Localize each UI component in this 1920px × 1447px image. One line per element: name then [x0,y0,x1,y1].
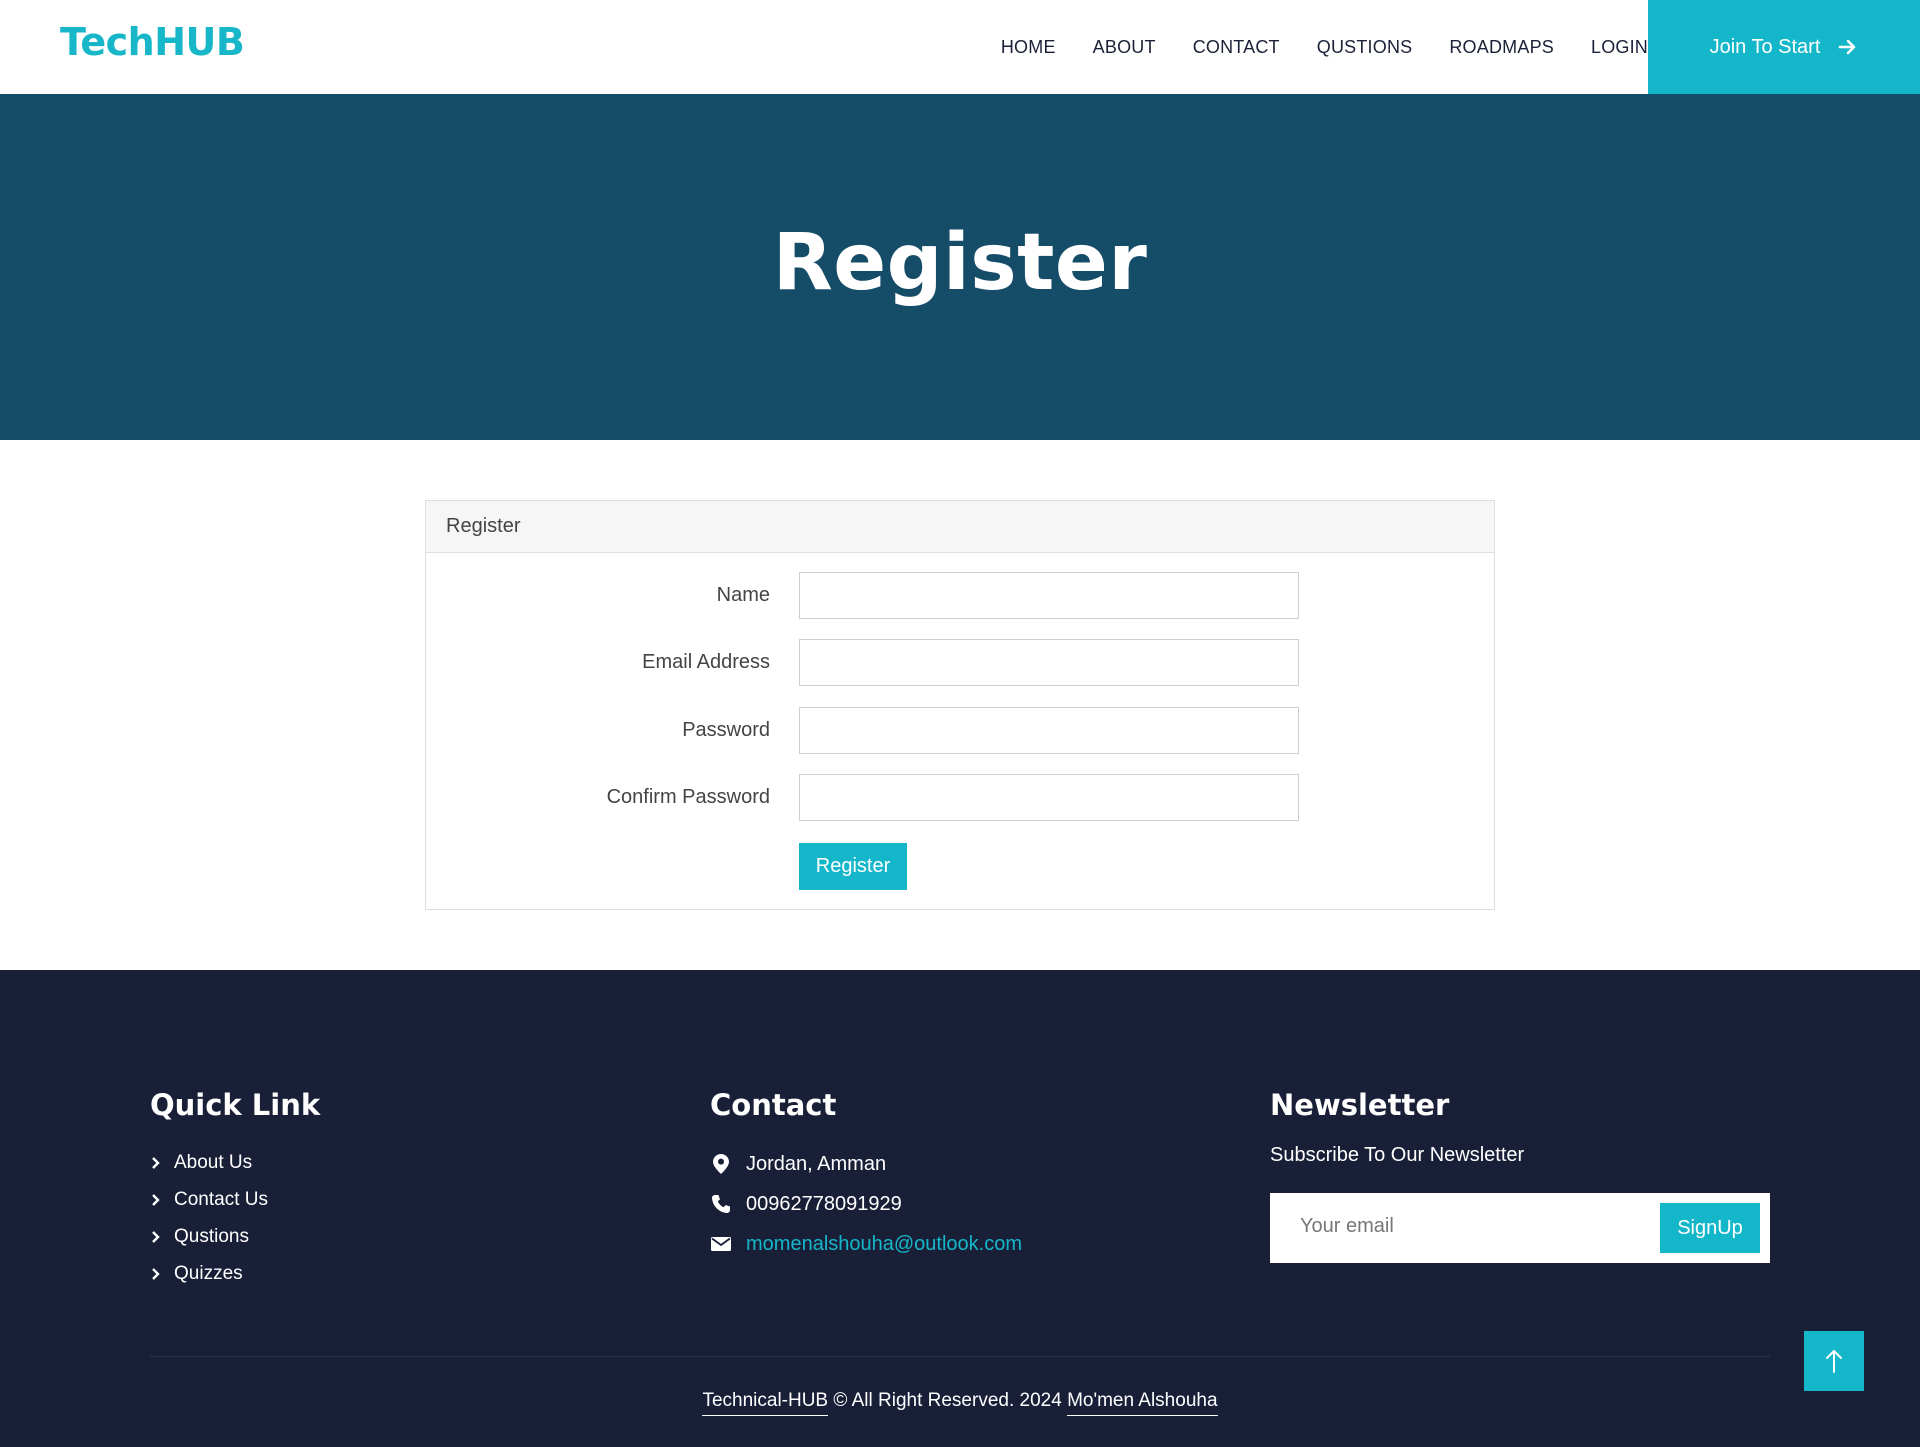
contact-email-link[interactable]: momenalshouha@outlook.com [746,1233,1022,1256]
nav-contact[interactable]: CONTACT [1193,37,1280,58]
password-field[interactable] [799,707,1299,754]
quick-link-questions[interactable]: Qustions [150,1218,320,1255]
nav-roadmaps[interactable]: ROADMAPS [1449,37,1554,58]
chevron-right-icon [152,1156,160,1169]
newsletter-subtitle: Subscribe To Our Newsletter [1270,1144,1525,1166]
contact-address: Jordan, Amman [710,1144,1022,1184]
newsletter-title: Newsletter [1270,1088,1450,1122]
name-field[interactable] [799,572,1299,619]
confirm-password-field[interactable] [799,774,1299,821]
email-field[interactable] [799,639,1299,686]
copyright: Technical-HUB © All Right Reserved. 2024… [0,1390,1920,1416]
chevron-right-icon [152,1193,160,1206]
chevron-right-icon [152,1267,160,1280]
quick-link-column: Quick Link About Us Contact Us Qustions … [150,1088,320,1292]
register-card: Register Name Email Address Password Con… [425,500,1495,910]
envelope-icon [710,1233,732,1255]
quick-link-quizzes[interactable]: Quizzes [150,1255,320,1292]
quick-link-label: About Us [174,1151,253,1173]
nav-about[interactable]: ABOUT [1093,37,1156,58]
join-button-label: Join To Start [1709,35,1821,58]
chevron-right-icon [152,1230,160,1243]
arrow-up-icon [1826,1350,1842,1373]
newsletter-column: Newsletter Subscribe To Our Newsletter Y… [1270,1088,1770,1263]
register-button[interactable]: Register [799,843,907,890]
quick-link-label: Contact Us [174,1188,268,1210]
quick-link-about[interactable]: About Us [150,1144,320,1181]
map-marker-icon [710,1153,732,1175]
password-label: Password [682,719,770,741]
email-label: Email Address [642,651,770,673]
page-hero: Register [0,94,1920,440]
card-header: Register [426,501,1494,553]
quick-link-title: Quick Link [150,1088,321,1122]
contact-title: Contact [710,1088,837,1122]
phone-icon [710,1193,732,1215]
arrow-right-icon [1839,39,1856,55]
quick-link-label: Quizzes [174,1262,243,1284]
form-row-password: Password [426,707,1496,754]
contact-email[interactable]: momenalshouha@outlook.com [710,1224,1022,1264]
confirm-password-label: Confirm Password [606,786,770,808]
join-to-start-button[interactable]: Join To Start [1648,0,1920,94]
nav-home[interactable]: HOME [1001,37,1056,58]
name-label: Name [716,584,770,606]
copyright-author-link[interactable]: Mo'men Alshouha [1067,1390,1218,1416]
nav-login[interactable]: LOGIN [1591,37,1648,58]
contact-column: Contact Jordan, Amman 00962778091929 mom… [710,1088,1022,1264]
footer: Quick Link About Us Contact Us Qustions … [0,970,1920,1447]
form-row-confirm-password: Confirm Password [426,774,1496,821]
newsletter-email-input[interactable]: Your email [1300,1215,1394,1238]
main-nav: HOME ABOUT CONTACT QUSTIONS ROADMAPS LOG… [964,0,1648,94]
form-row-email: Email Address [426,639,1496,686]
page-title: Register [772,218,1148,308]
quick-link-contact[interactable]: Contact Us [150,1181,320,1218]
copyright-site-link[interactable]: Technical-HUB [702,1390,829,1416]
navbar: TechHUB HOME ABOUT CONTACT QUSTIONS ROAD… [0,0,1920,94]
contact-phone: 00962778091929 [710,1184,1022,1224]
footer-divider [150,1356,1770,1357]
newsletter-form: Your email SignUp [1270,1193,1770,1263]
contact-address-text: Jordan, Amman [746,1152,887,1175]
contact-phone-text: 00962778091929 [746,1192,902,1215]
copyright-text: © All Right Reserved. 2024 [828,1390,1068,1411]
form-row-name: Name [426,572,1496,619]
brand-logo[interactable]: TechHUB [60,20,245,64]
newsletter-signup-button[interactable]: SignUp [1660,1203,1760,1253]
nav-questions[interactable]: QUSTIONS [1317,37,1413,58]
quick-link-label: Qustions [174,1225,249,1247]
back-to-top-button[interactable] [1804,1331,1864,1391]
